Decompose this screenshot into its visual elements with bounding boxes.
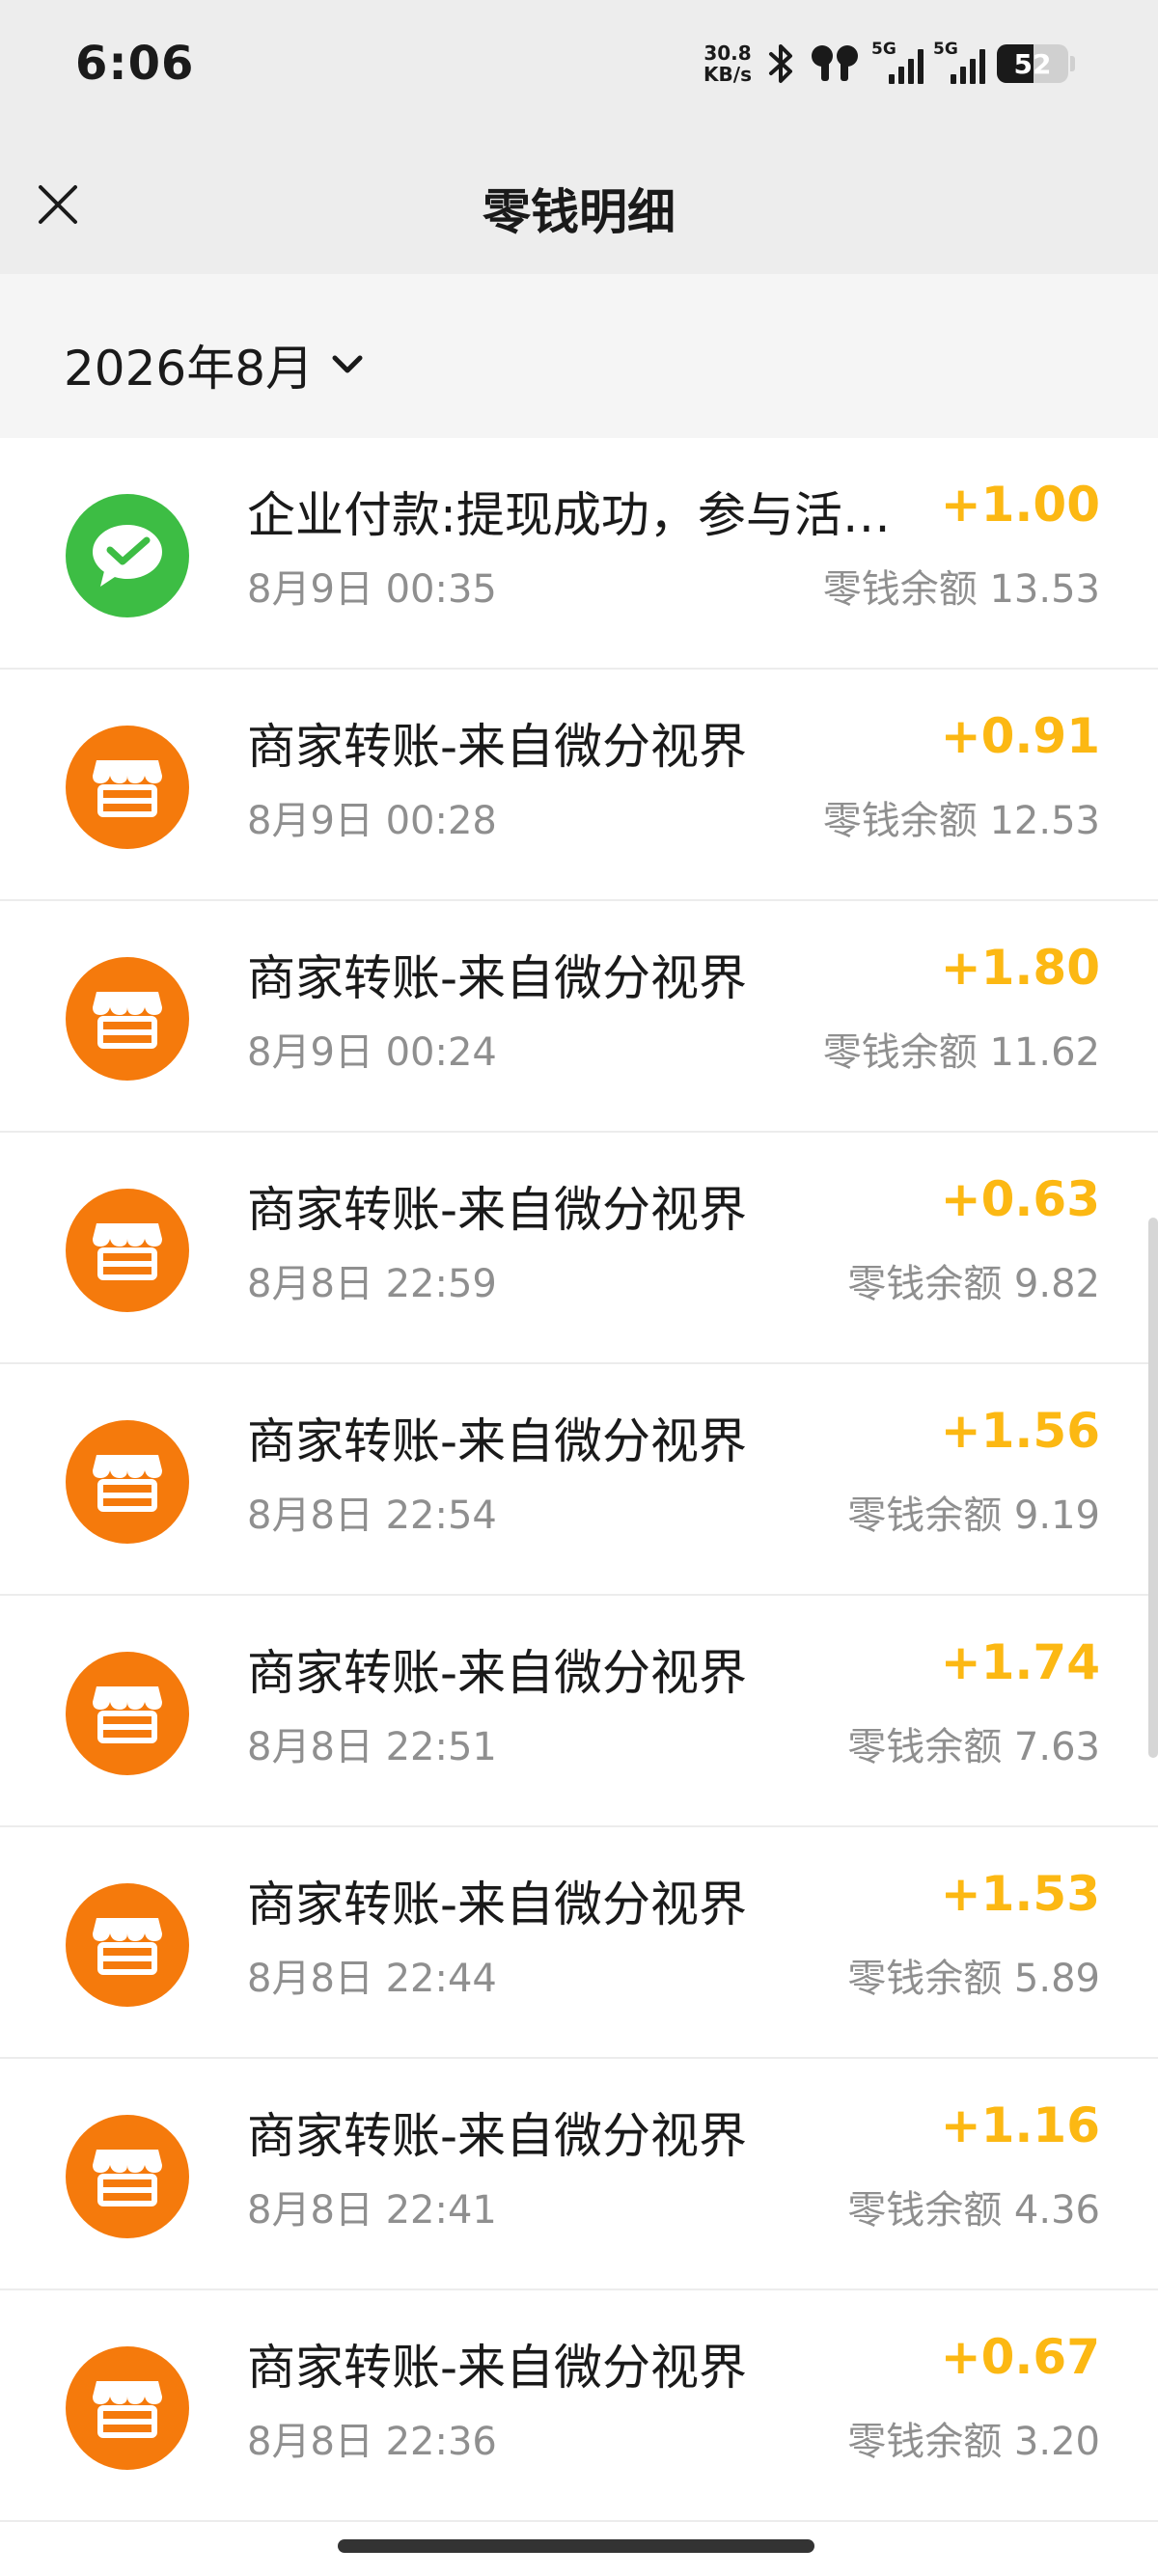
transaction-balance: 零钱余额 4.36 [847, 2188, 1100, 2233]
network-speed: 30.8 KB/s [703, 42, 752, 85]
month-picker[interactable]: 2026年8月 [64, 330, 364, 399]
transaction-amount: +0.63 [940, 1171, 1100, 1227]
transaction-time: 8月8日 22:54 [247, 1494, 497, 1538]
transaction-row[interactable]: 商家转账-来自微分视界 8月8日 22:41 +1.16 零钱余额 4.36 [0, 2059, 1158, 2290]
transaction-title: 商家转账-来自微分视界 [247, 719, 748, 775]
month-label: 2026年8月 [64, 341, 315, 397]
transaction-row[interactable]: 商家转账-来自微分视界 8月8日 22:51 +1.74 零钱余额 7.63 [0, 1596, 1158, 1827]
transaction-time: 8月8日 22:44 [247, 1957, 497, 2001]
transaction-balance: 零钱余额 9.19 [847, 1494, 1100, 1538]
transaction-row[interactable]: 商家转账-来自微分视界 8月9日 00:24 +1.80 零钱余额 11.62 [0, 901, 1158, 1133]
transaction-title: 商家转账-来自微分视界 [247, 1182, 748, 1238]
transaction-amount: +0.91 [940, 708, 1100, 764]
transaction-title: 商家转账-来自微分视界 [247, 1413, 748, 1469]
nav-bar: 零钱明细 [0, 135, 1158, 274]
scrollbar[interactable] [1148, 1218, 1158, 1758]
store-icon [66, 2346, 189, 2470]
month-filter-bar: 2026年8月 [0, 274, 1158, 438]
store-icon [66, 1883, 189, 2007]
transaction-balance: 零钱余额 5.89 [847, 1957, 1100, 2001]
transaction-amount: +1.56 [940, 1403, 1100, 1459]
transaction-balance: 零钱余额 11.62 [822, 1030, 1100, 1075]
bluetooth-icon [767, 42, 796, 85]
transaction-amount: +0.67 [940, 2329, 1100, 2385]
transaction-title: 企业付款:提现成功，参与活… [247, 487, 891, 543]
transaction-amount: +1.80 [940, 940, 1100, 996]
transaction-balance: 零钱余额 9.82 [847, 1262, 1100, 1306]
transaction-title: 商家转账-来自微分视界 [247, 2108, 748, 2164]
signal-1-label: 5G [871, 40, 896, 59]
home-indicator[interactable] [338, 2539, 814, 2553]
transaction-time: 8月8日 22:36 [247, 2420, 497, 2464]
transaction-row[interactable]: 商家转账-来自微分视界 8月8日 22:54 +1.56 零钱余额 9.19 [0, 1364, 1158, 1596]
signal-5g-1: 5G [871, 40, 924, 84]
page-title: 零钱明细 [482, 184, 676, 240]
transaction-title: 商家转账-来自微分视界 [247, 1645, 748, 1701]
transaction-amount: +1.16 [940, 2097, 1100, 2153]
store-icon [66, 957, 189, 1081]
transaction-amount: +1.00 [940, 477, 1100, 533]
transaction-row[interactable]: 商家转账-来自微分视界 8月9日 00:28 +0.91 零钱余额 12.53 [0, 670, 1158, 901]
transaction-title: 商家转账-来自微分视界 [247, 2340, 748, 2396]
transaction-balance: 零钱余额 12.53 [822, 799, 1100, 843]
transaction-row[interactable]: 企业付款:提现成功，参与活… 8月9日 00:35 +1.00 零钱余额 13.… [0, 438, 1158, 670]
store-icon [66, 1189, 189, 1312]
transaction-time: 8月8日 22:41 [247, 2188, 497, 2233]
transaction-list: 企业付款:提现成功，参与活… 8月9日 00:35 +1.00 零钱余额 13.… [0, 438, 1158, 2522]
transaction-row[interactable]: 商家转账-来自微分视界 8月8日 22:36 +0.67 零钱余额 3.20 [0, 2290, 1158, 2522]
wechat-pay-icon [66, 494, 189, 617]
store-icon [66, 2115, 189, 2238]
status-bar: 6:06 30.8 KB/s 5G 5G 52 [0, 0, 1158, 135]
status-time: 6:06 [75, 37, 195, 91]
battery-tip [1070, 56, 1075, 71]
signal-5g-2: 5G [933, 40, 985, 84]
store-icon [66, 726, 189, 849]
battery-icon: 52 [997, 44, 1068, 83]
transaction-row[interactable]: 商家转账-来自微分视界 8月8日 22:44 +1.53 零钱余额 5.89 [0, 1827, 1158, 2059]
transaction-title: 商家转账-来自微分视界 [247, 1877, 748, 1932]
transaction-balance: 零钱余额 7.63 [847, 1725, 1100, 1769]
transaction-title: 商家转账-来自微分视界 [247, 950, 748, 1006]
network-speed-value: 30.8 [703, 41, 752, 65]
signal-2-label: 5G [933, 40, 958, 59]
battery-level: 52 [1013, 47, 1052, 80]
transaction-amount: +1.53 [940, 1866, 1100, 1922]
transaction-time: 8月8日 22:51 [247, 1725, 497, 1769]
store-icon [66, 1420, 189, 1544]
transaction-amount: +1.74 [940, 1634, 1100, 1690]
store-icon [66, 1652, 189, 1775]
status-icons: 30.8 KB/s 5G 5G 52 [703, 37, 1075, 91]
transaction-row[interactable]: 商家转账-来自微分视界 8月8日 22:59 +0.63 零钱余额 9.82 [0, 1133, 1158, 1364]
transaction-time: 8月8日 22:59 [247, 1262, 497, 1306]
transaction-balance: 零钱余额 3.20 [847, 2420, 1100, 2464]
network-speed-unit: KB/s [703, 63, 752, 86]
chevron-down-icon [332, 355, 363, 373]
transaction-time: 8月9日 00:35 [247, 567, 497, 612]
earbuds-icon [808, 42, 862, 85]
transaction-time: 8月9日 00:24 [247, 1030, 497, 1075]
transaction-balance: 零钱余额 13.53 [822, 567, 1100, 612]
transaction-time: 8月9日 00:28 [247, 799, 497, 843]
